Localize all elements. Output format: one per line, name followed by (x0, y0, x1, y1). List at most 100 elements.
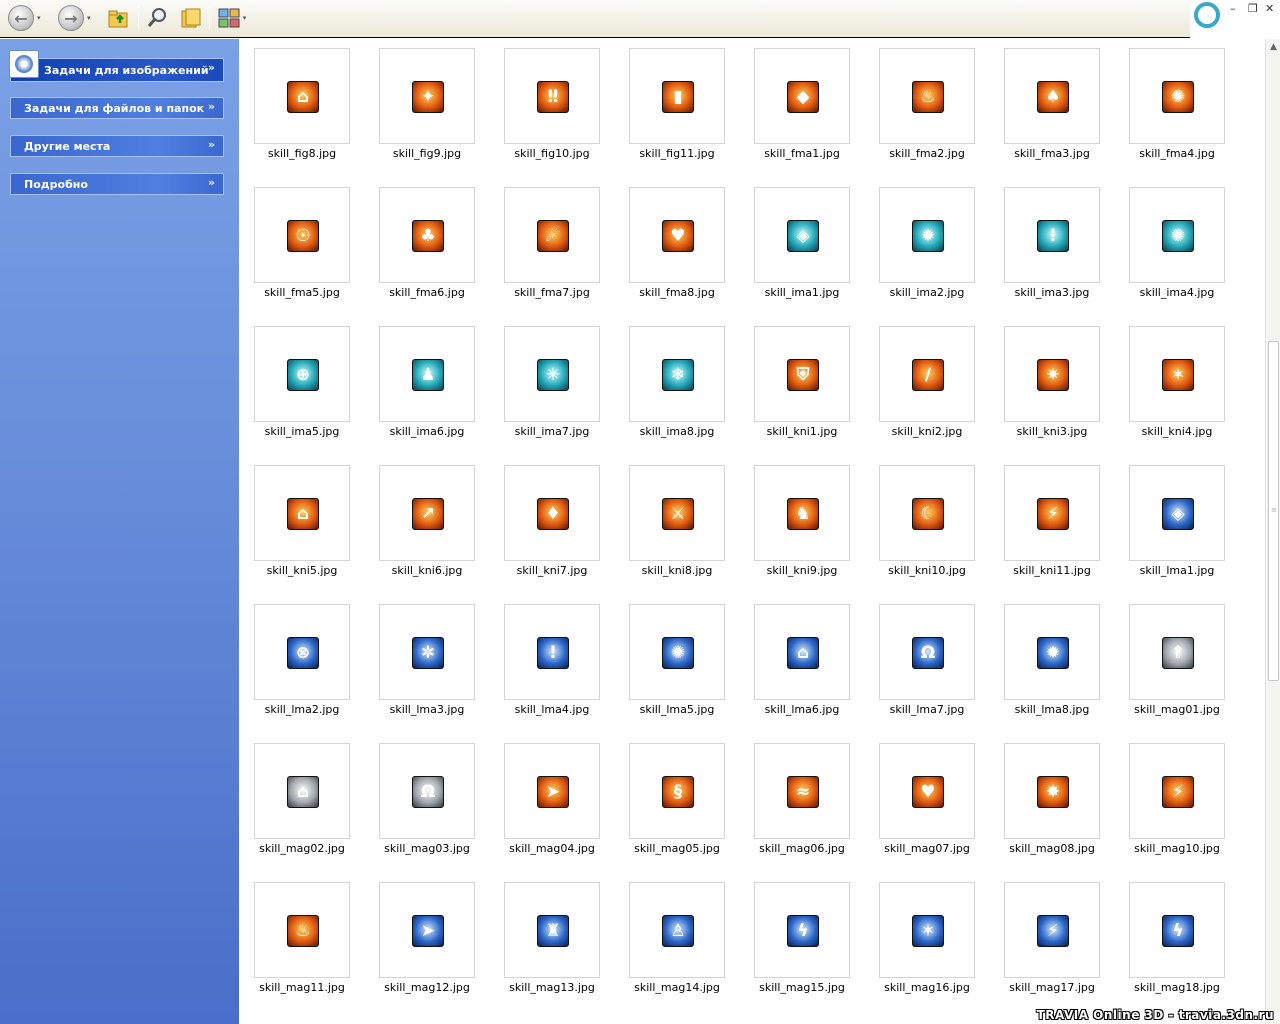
file-thumbnail[interactable]: ! (1004, 187, 1100, 283)
file-thumbnail[interactable]: ✺ (1129, 187, 1225, 283)
vertical-scrollbar[interactable]: ▲ ≡ (1265, 39, 1280, 1024)
task-group-file-folder-tasks[interactable]: Задачи для файлов и папок » (10, 97, 224, 119)
file-thumbnail[interactable]: ◈ (754, 187, 850, 283)
restore-button[interactable]: ❐ (1248, 2, 1258, 15)
minimize-button[interactable]: – (1230, 2, 1236, 15)
file-item[interactable]: ϟ skill_mag15.jpg (739, 873, 864, 1012)
file-item[interactable]: ♥ skill_fma8.jpg (614, 178, 739, 317)
file-item[interactable]: ♠ skill_fma3.jpg (989, 39, 1114, 178)
file-item[interactable]: ! skill_ima3.jpg (989, 178, 1114, 317)
file-item[interactable]: ⌂ skill_mag02.jpg (239, 734, 364, 873)
file-thumbnail[interactable]: ➤ (504, 743, 600, 839)
file-item[interactable]: ✶ skill_kni4.jpg (1114, 317, 1239, 456)
file-item[interactable]: ♞ skill_kni9.jpg (739, 456, 864, 595)
file-thumbnail[interactable]: ⌂ (254, 465, 350, 561)
file-item[interactable]: ⚡ skill_mag17.jpg (989, 873, 1114, 1012)
chevron-down-icon[interactable]: » (208, 100, 215, 113)
file-thumbnail[interactable]: ♥ (879, 743, 975, 839)
chevron-down-icon[interactable]: » (208, 138, 215, 151)
file-thumbnail[interactable]: ✶ (879, 882, 975, 978)
file-item[interactable]: Ωskill_mag03.jpg (364, 734, 489, 873)
file-thumbnail[interactable]: ☉ (254, 187, 350, 283)
file-thumbnail[interactable]: ⌂ (254, 48, 350, 144)
back-button[interactable]: ← ▾ (8, 4, 41, 32)
file-thumbnail[interactable]: ✶ (1129, 326, 1225, 422)
file-thumbnail[interactable]: ⚔ (629, 465, 725, 561)
file-thumbnail[interactable]: ♨ (879, 48, 975, 144)
task-group-other-places[interactable]: Другие места » (10, 135, 224, 157)
file-thumbnail[interactable]: ➤ (379, 882, 475, 978)
file-thumbnail[interactable]: ♣ (379, 187, 475, 283)
file-item[interactable]: ↗ skill_kni6.jpg (364, 456, 489, 595)
file-thumbnail[interactable]: ♥ (629, 187, 725, 283)
file-thumbnail[interactable]: Ω (879, 604, 975, 700)
up-folder-button[interactable] (106, 4, 132, 32)
file-thumbnail[interactable]: ♠ (1004, 48, 1100, 144)
file-item[interactable]: ☾ skill_kni10.jpg (864, 456, 989, 595)
file-thumbnail[interactable]: ! (504, 604, 600, 700)
file-thumbnail[interactable]: Ω (379, 743, 475, 839)
file-thumbnail[interactable]: ϟ (1129, 882, 1225, 978)
file-item[interactable]: ⊕ skill_ima5.jpg (239, 317, 364, 456)
file-item[interactable]: ✺ skill_fma4.jpg (1114, 39, 1239, 178)
file-item[interactable]: ✹ skill_lma8.jpg (989, 595, 1114, 734)
file-item[interactable]: ◆ skill_fma1.jpg (739, 39, 864, 178)
file-thumbnail[interactable]: ⚡ (1129, 743, 1225, 839)
file-thumbnail[interactable]: ✹ (1004, 604, 1100, 700)
file-thumbnail[interactable]: ⊗ (254, 604, 350, 700)
file-item[interactable]: ϟ skill_mag18.jpg (1114, 873, 1239, 1012)
file-item[interactable]: ♦ skill_kni7.jpg (489, 456, 614, 595)
file-item[interactable]: ♥ skill_mag07.jpg (864, 734, 989, 873)
file-item[interactable]: ✺ skill_ima4.jpg (1114, 178, 1239, 317)
file-item[interactable]: ♙ skill_mag14.jpg (614, 873, 739, 1012)
chevron-down-icon[interactable]: » (208, 176, 215, 189)
file-item[interactable]: ☉ skill_fma5.jpg (239, 178, 364, 317)
file-item[interactable]: ✷ skill_kni3.jpg (989, 317, 1114, 456)
file-thumbnail[interactable]: ⇑ (1129, 604, 1225, 700)
file-thumbnail[interactable]: ✳ (504, 326, 600, 422)
file-item[interactable]: ✦ skill_fig9.jpg (364, 39, 489, 178)
file-item[interactable]: ⌂ skill_kni5.jpg (239, 456, 364, 595)
file-item[interactable]: ❄ skill_ima8.jpg (614, 317, 739, 456)
chevron-down-icon[interactable]: » (208, 61, 215, 74)
file-item[interactable]: ⚡ skill_kni11.jpg (989, 456, 1114, 595)
file-thumbnail[interactable]: ♙ (629, 882, 725, 978)
file-item[interactable]: ✳ skill_ima7.jpg (489, 317, 614, 456)
file-item[interactable]: ⊗ skill_lma2.jpg (239, 595, 364, 734)
file-item[interactable]: ♨ skill_fma2.jpg (864, 39, 989, 178)
file-thumbnail[interactable]: ♜ (504, 882, 600, 978)
file-item[interactable]: ☄ skill_fma7.jpg (489, 178, 614, 317)
file-item[interactable]: ➤ skill_mag04.jpg (489, 734, 614, 873)
scroll-up-arrow-icon[interactable]: ▲ (1266, 39, 1280, 56)
file-item[interactable]: ✸ skill_mag08.jpg (989, 734, 1114, 873)
file-item[interactable]: ! skill_lma4.jpg (489, 595, 614, 734)
file-thumbnail[interactable]: ⚡ (1004, 465, 1100, 561)
file-thumbnail[interactable]: ✺ (629, 604, 725, 700)
file-thumbnail[interactable]: ♞ (754, 465, 850, 561)
file-item[interactable]: ✶ skill_mag16.jpg (864, 873, 989, 1012)
file-thumbnail[interactable]: ✸ (1004, 743, 1100, 839)
file-thumbnail[interactable]: § (629, 743, 725, 839)
file-thumbnail[interactable]: ⌂ (754, 604, 850, 700)
file-item[interactable]: / skill_kni2.jpg (864, 317, 989, 456)
file-thumbnail[interactable]: ♨ (254, 882, 350, 978)
file-thumbnail[interactable]: ⛨ (754, 326, 850, 422)
file-item[interactable]: ♜ skill_mag13.jpg (489, 873, 614, 1012)
file-thumbnail[interactable]: ✷ (1004, 326, 1100, 422)
file-thumbnail[interactable]: ◈ (1129, 465, 1225, 561)
search-button[interactable] (145, 4, 171, 32)
file-item[interactable]: ♨ skill_mag11.jpg (239, 873, 364, 1012)
forward-button[interactable]: → ▾ (58, 4, 91, 32)
file-item[interactable]: ⚔ skill_kni8.jpg (614, 456, 739, 595)
file-item[interactable]: § skill_mag05.jpg (614, 734, 739, 873)
file-thumbnail[interactable]: ✦ (379, 48, 475, 144)
file-item[interactable]: Ωskill_lma7.jpg (864, 595, 989, 734)
file-item[interactable]: ⇑ skill_mag01.jpg (1114, 595, 1239, 734)
file-thumbnail[interactable]: / (879, 326, 975, 422)
file-item[interactable]: ≈ skill_mag06.jpg (739, 734, 864, 873)
file-item[interactable]: ◈ skill_lma1.jpg (1114, 456, 1239, 595)
file-thumbnail[interactable]: ✺ (1129, 48, 1225, 144)
forward-dropdown-icon[interactable]: ▾ (87, 14, 91, 22)
file-thumbnail[interactable]: ♟ (379, 326, 475, 422)
file-item[interactable]: ◈ skill_ima1.jpg (739, 178, 864, 317)
